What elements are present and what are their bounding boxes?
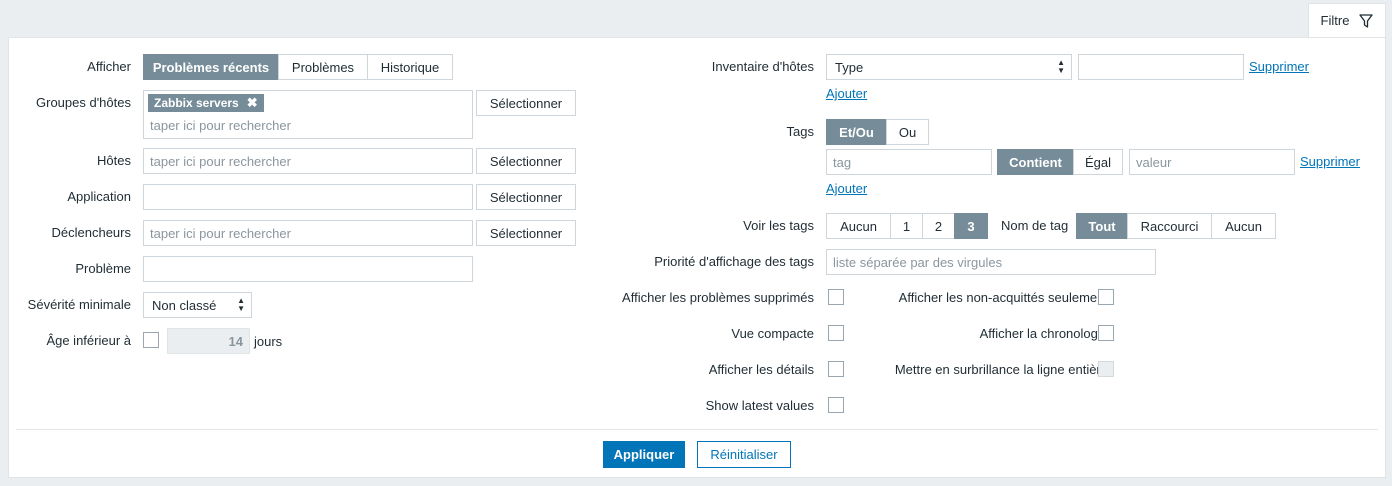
afficher-option-recent[interactable]: Problèmes récents xyxy=(143,54,279,80)
select-arrows-icon: ▲ ▼ xyxy=(237,296,245,313)
tags-operator-ou[interactable]: Ou xyxy=(886,119,929,145)
latest-values-checkbox[interactable] xyxy=(828,397,844,413)
voir-tags-label: Voir les tags xyxy=(743,218,814,233)
inventaire-value-input[interactable] xyxy=(1078,54,1244,80)
application-label: Application xyxy=(67,189,131,204)
tag-match-egal[interactable]: Égal xyxy=(1073,149,1123,175)
nom-tag-aucun[interactable]: Aucun xyxy=(1211,213,1276,239)
probleme-input[interactable] xyxy=(143,256,473,282)
application-input[interactable] xyxy=(143,184,473,210)
latest-values-label: Show latest values xyxy=(705,398,814,413)
tags-label: Tags xyxy=(786,124,814,139)
afficher-toggle: Problèmes récents Problèmes Historique xyxy=(143,54,453,80)
voir-tags-toggle: Aucun 1 2 3 xyxy=(826,213,988,239)
chronologie-checkbox[interactable] xyxy=(1098,325,1114,341)
declencheurs-select-button[interactable]: Sélectionner xyxy=(476,220,576,246)
compacte-checkbox[interactable] xyxy=(828,325,844,341)
voir-tags-aucun[interactable]: Aucun xyxy=(826,213,891,239)
voir-tags-1[interactable]: 1 xyxy=(890,213,923,239)
nom-tag-tout[interactable]: Tout xyxy=(1076,213,1128,239)
probleme-label: Problème xyxy=(75,261,131,276)
afficher-label: Afficher xyxy=(87,59,131,74)
supprimes-label: Afficher les problèmes supprimés xyxy=(622,290,814,305)
tags-operator-etou[interactable]: Et/Ou xyxy=(826,119,887,145)
surbrillance-label: Mettre en surbrillance la ligne entière xyxy=(894,362,1108,377)
filter-tab-label: Filtre xyxy=(1320,13,1350,28)
reset-button[interactable]: Réinitialiser xyxy=(697,441,791,468)
groupes-multiselect[interactable]: Zabbix servers ✖ xyxy=(143,90,473,139)
age-days-input[interactable]: 14 xyxy=(167,328,250,354)
tags-remove-link[interactable]: Supprimer xyxy=(1300,154,1360,169)
apply-button[interactable]: Appliquer xyxy=(603,441,685,468)
tags-add-link[interactable]: Ajouter xyxy=(826,181,867,196)
afficher-option-historique[interactable]: Historique xyxy=(367,54,453,80)
filter-panel: Afficher Problèmes récents Problèmes His… xyxy=(8,37,1386,478)
non-acquittes-checkbox[interactable] xyxy=(1098,289,1114,305)
age-unit: jours xyxy=(254,334,283,349)
tag-value-input[interactable] xyxy=(1129,149,1295,175)
chip-label: Zabbix servers xyxy=(154,96,239,110)
supprimes-checkbox[interactable] xyxy=(828,289,844,305)
non-acquittes-label: Afficher les non-acquittés seulement xyxy=(898,290,1108,305)
inventaire-add-link[interactable]: Ajouter xyxy=(826,86,867,101)
groupes-label: Groupes d'hôtes xyxy=(36,95,131,110)
priorite-label: Priorité d'affichage des tags xyxy=(654,254,814,269)
remove-chip-icon[interactable]: ✖ xyxy=(247,95,258,111)
hotes-select-button[interactable]: Sélectionner xyxy=(476,148,576,174)
filter-icon xyxy=(1359,13,1374,28)
tags-operator-toggle: Et/Ou Ou xyxy=(826,119,929,145)
tag-name-input[interactable] xyxy=(826,149,992,175)
details-checkbox[interactable] xyxy=(828,361,844,377)
tag-match-toggle: Contient Égal xyxy=(997,149,1123,175)
nom-tag-label: Nom de tag xyxy=(1001,218,1069,233)
filter-tab[interactable]: Filtre xyxy=(1308,3,1386,37)
groupes-search-input[interactable] xyxy=(144,113,464,137)
age-checkbox[interactable] xyxy=(143,332,159,348)
age-label: Âge inférieur à xyxy=(46,333,131,348)
chronologie-label: Afficher la chronologie xyxy=(979,326,1108,341)
declencheurs-label: Déclencheurs xyxy=(51,225,132,240)
surbrillance-checkbox xyxy=(1098,361,1114,377)
severite-select[interactable]: Non classé ▲ ▼ xyxy=(143,292,252,318)
nom-tag-raccourci[interactable]: Raccourci xyxy=(1127,213,1212,239)
voir-tags-2[interactable]: 2 xyxy=(922,213,955,239)
compacte-label: Vue compacte xyxy=(731,326,814,341)
details-label: Afficher les détails xyxy=(708,362,814,377)
inventaire-remove-link[interactable]: Supprimer xyxy=(1249,59,1309,74)
severite-label: Sévérité minimale xyxy=(27,297,131,312)
zabbix-servers-chip: Zabbix servers ✖ xyxy=(148,94,264,112)
priorite-input[interactable] xyxy=(826,249,1156,275)
severite-value: Non classé xyxy=(152,297,217,313)
inventaire-field-value: Type xyxy=(835,59,864,75)
inventaire-field-select[interactable]: Type ▲ ▼ xyxy=(826,54,1072,80)
voir-tags-3[interactable]: 3 xyxy=(954,213,988,239)
divider xyxy=(16,429,1378,430)
inventaire-label: Inventaire d'hôtes xyxy=(711,59,814,74)
nom-tag-toggle: Tout Raccourci Aucun xyxy=(1076,213,1276,239)
groupes-select-button[interactable]: Sélectionner xyxy=(476,90,576,116)
select-arrows-icon: ▲ ▼ xyxy=(1057,58,1065,75)
afficher-option-problemes[interactable]: Problèmes xyxy=(278,54,368,80)
hotes-label: Hôtes xyxy=(97,153,131,168)
tag-match-contient[interactable]: Contient xyxy=(997,149,1074,175)
application-select-button[interactable]: Sélectionner xyxy=(476,184,576,210)
hotes-search-input[interactable] xyxy=(143,148,473,174)
declencheurs-search-input[interactable] xyxy=(143,220,473,246)
